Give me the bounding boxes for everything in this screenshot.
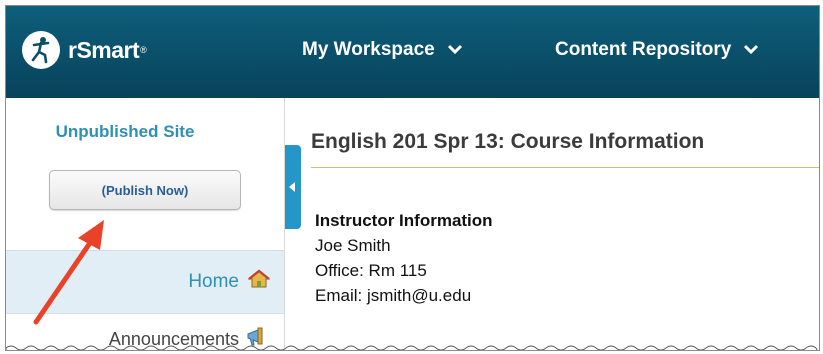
annotation-arrow bbox=[33, 220, 104, 325]
